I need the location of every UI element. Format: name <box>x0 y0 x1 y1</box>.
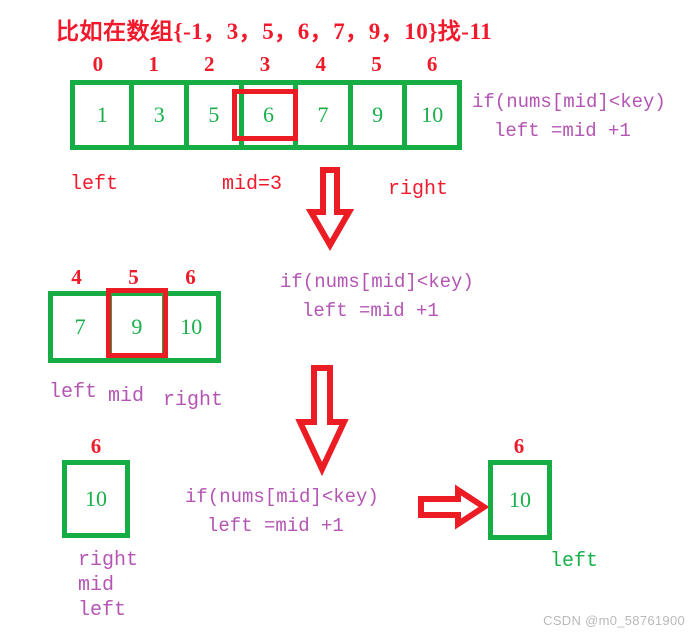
index-label: 4 <box>315 52 326 76</box>
index-label: 4 <box>71 265 82 289</box>
step3-pointer-mid: mid <box>78 574 115 597</box>
step2-pointer-left: left <box>49 381 98 404</box>
index-label: 6 <box>90 434 102 458</box>
array-cell: 6 <box>238 85 294 145</box>
array-cell: 9 <box>347 85 403 145</box>
step3-pointer-left: left <box>78 599 127 622</box>
result-pointer-left: left <box>550 550 599 573</box>
code-line-2: left =mid +1 <box>302 300 439 323</box>
array-cell: 10 <box>402 85 457 145</box>
step2-pointer-mid: mid <box>108 385 145 408</box>
step2-code: if(nums[mid]<key) left =mid +1 <box>280 268 474 327</box>
array-cell: 10 <box>85 486 107 511</box>
array-cell: 10 <box>161 296 216 358</box>
array-cell: 3 <box>129 85 184 145</box>
step3-index-row: 6 <box>62 434 130 459</box>
array-cell: 7 <box>293 85 348 145</box>
code-line-1: if(nums[mid]<key) <box>472 91 666 113</box>
step1-pointer-right: right <box>388 178 449 201</box>
step1-array: 1 3 5 6 7 9 10 <box>70 80 462 150</box>
arrow-down-icon <box>305 167 355 252</box>
page-title: 比如在数组{-1，3，5，6，7，9，10}找-11 <box>56 19 493 44</box>
array-cell: 10 <box>509 487 531 512</box>
index-label: 5 <box>371 52 382 76</box>
code-line-2: left =mid +1 <box>207 515 344 538</box>
array-cell: 7 <box>74 314 86 339</box>
array-cell: 9 <box>107 296 161 358</box>
step1-code: if(nums[mid]<key) left =mid +1 <box>472 88 666 147</box>
result-index-label: 6 <box>513 434 525 458</box>
array-cell: 1 <box>96 102 108 127</box>
step1-pointer-mid: mid=3 <box>222 173 283 196</box>
step2-array: 7 9 10 <box>48 291 221 363</box>
step2-pointer-right: right <box>163 389 224 412</box>
step1-pointer-left: left <box>70 173 119 196</box>
step3-code: if(nums[mid]<key) left =mid +1 <box>185 483 379 542</box>
arrow-right-icon <box>418 484 490 530</box>
code-line-1: if(nums[mid]<key) <box>280 271 474 293</box>
index-label: 6 <box>185 265 196 289</box>
index-label: 3 <box>259 52 271 76</box>
result-array: 10 <box>488 460 552 540</box>
index-label: 5 <box>128 265 139 289</box>
step2-index-row: 4 5 6 <box>48 265 220 290</box>
array-cell: 5 <box>184 85 239 145</box>
step1-index-row: 0 1 2 3 4 5 6 <box>70 52 460 77</box>
code-line-2: left =mid +1 <box>494 120 631 143</box>
step3-array: 10 <box>62 460 130 538</box>
index-label: 1 <box>148 52 159 76</box>
code-line-1: if(nums[mid]<key) <box>185 486 379 508</box>
step3-pointer-right: right <box>78 549 139 572</box>
index-label: 0 <box>92 52 104 76</box>
index-label: 6 <box>426 52 438 76</box>
index-label: 2 <box>204 52 215 76</box>
csdn-watermark: CSDN @m0_58761900 <box>543 613 685 628</box>
arrow-down-icon <box>295 365 349 477</box>
